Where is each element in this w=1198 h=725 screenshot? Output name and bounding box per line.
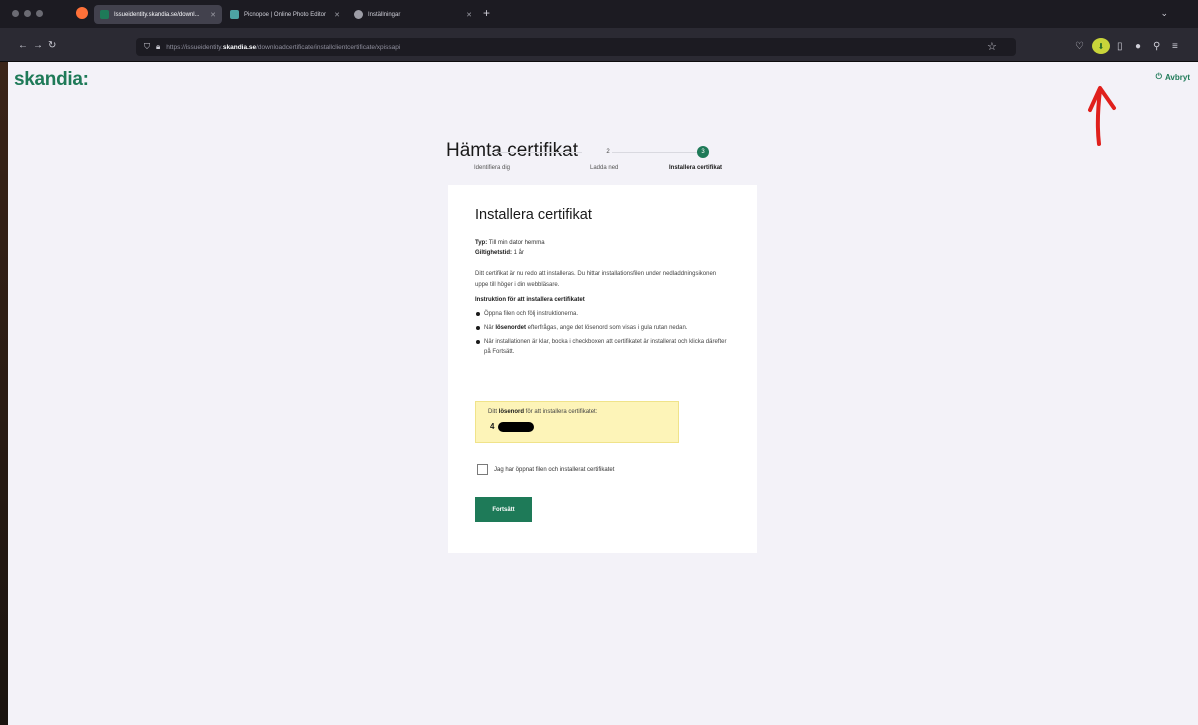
installed-checkbox-row[interactable]: Jag har öppnat filen och installerat cer… bbox=[477, 464, 614, 475]
step-connector bbox=[492, 152, 582, 153]
step-3-indicator: 3 bbox=[697, 146, 709, 158]
firefox-icon bbox=[76, 7, 88, 19]
chevron-down-icon[interactable]: ⌄ bbox=[1160, 8, 1168, 19]
sidebar-icon[interactable]: ▯ bbox=[1117, 41, 1123, 52]
desktop-edge bbox=[0, 62, 8, 725]
password-redaction bbox=[498, 422, 534, 432]
browser-tab-skandia[interactable]: Issueidentity.skandia.se/downl... ✕ bbox=[94, 5, 222, 24]
card-heading: Installera certifikat bbox=[475, 207, 592, 223]
installed-checkbox-label[interactable]: Jag har öppnat filen och installerat cer… bbox=[494, 467, 614, 473]
continue-button[interactable]: Fortsätt bbox=[475, 497, 532, 522]
instructions-title: Instruktion för att installera certifika… bbox=[475, 297, 585, 303]
page-viewport: skandia: ⏻ Avbryt Hämta certifikat 1 2 3… bbox=[8, 62, 1198, 725]
forward-arrow-icon[interactable]: → bbox=[33, 40, 43, 51]
validity-value: 1 år bbox=[513, 250, 525, 256]
install-certificate-card: Installera certifikat Typ: Till min dato… bbox=[448, 185, 757, 553]
page-title: Hämta certifikat bbox=[446, 140, 578, 161]
step-2-label: Ladda ned bbox=[590, 165, 619, 171]
tab-title: Picnopoe | Online Photo Editor bbox=[244, 11, 326, 18]
extension-icon[interactable]: ⬇ bbox=[1092, 38, 1110, 54]
cancel-link[interactable]: ⏻ Avbryt bbox=[1156, 72, 1190, 82]
tab-favicon-icon bbox=[100, 10, 109, 19]
privacy-icon[interactable]: ● bbox=[1135, 41, 1141, 52]
instructions-list: Öppna filen och följ instruktionerna. Nä… bbox=[475, 309, 730, 361]
installed-checkbox[interactable] bbox=[477, 464, 488, 475]
tab-title: Inställningar bbox=[368, 11, 401, 18]
instruction-item: När lösenordet efterfrågas, ange det lös… bbox=[475, 323, 730, 333]
type-label: Typ: bbox=[475, 240, 488, 246]
tab-favicon-icon bbox=[230, 10, 239, 19]
menu-icon[interactable]: ≡ bbox=[1172, 41, 1178, 52]
intro-text: Ditt certifikat är nu redo att installer… bbox=[475, 271, 717, 288]
password-box: Ditt lösenord för att installera certifi… bbox=[475, 401, 679, 443]
password-label: Ditt lösenord för att installera certifi… bbox=[488, 409, 598, 415]
type-value: Till min dator hemma bbox=[488, 240, 545, 246]
gear-icon bbox=[354, 10, 363, 19]
shield-icon[interactable]: ⛉ bbox=[144, 42, 150, 52]
window-controls[interactable] bbox=[12, 10, 43, 17]
step-3-label: Installera certifikat bbox=[669, 165, 723, 171]
step-2-indicator: 2 bbox=[606, 149, 610, 155]
address-bar[interactable]: ⛉ 🔒︎ https://issueidentity.skandia.se/do… bbox=[136, 38, 1016, 56]
tab-close-icon[interactable]: ✕ bbox=[334, 11, 340, 19]
new-tab-button[interactable]: + bbox=[483, 6, 490, 20]
validity-label: Giltighetstid: bbox=[475, 250, 512, 256]
cancel-label: Avbryt bbox=[1164, 72, 1190, 82]
reload-icon[interactable]: ↻ bbox=[48, 40, 56, 51]
certificate-meta: Typ: Till min dator hemma Giltighetstid:… bbox=[475, 238, 545, 258]
step-1-label: Identifiera dig bbox=[474, 165, 511, 171]
browser-tab-photo-editor[interactable]: Picnopoe | Online Photo Editor ✕ bbox=[224, 5, 346, 24]
bookmark-star-icon[interactable]: ☆ bbox=[987, 40, 997, 53]
tab-close-icon[interactable]: ✕ bbox=[466, 11, 472, 19]
pocket-icon[interactable]: ♡ bbox=[1075, 41, 1084, 52]
instruction-item: När installationen är klar, bocka i chec… bbox=[475, 337, 730, 357]
step-1-indicator: 1 bbox=[496, 149, 500, 155]
step-connector bbox=[612, 152, 702, 153]
tab-title: Issueidentity.skandia.se/downl... bbox=[114, 11, 200, 18]
extensions-icon[interactable]: ⚲ bbox=[1153, 41, 1160, 52]
skandia-logo[interactable]: skandia: bbox=[14, 69, 89, 91]
browser-tab-bar: Issueidentity.skandia.se/downl... ✕ Picn… bbox=[0, 0, 1198, 28]
red-annotation-arrow-icon bbox=[1088, 86, 1116, 146]
lock-icon[interactable]: 🔒︎ bbox=[156, 42, 160, 52]
back-arrow-icon[interactable]: ← bbox=[18, 40, 28, 51]
password-value: 4 bbox=[490, 422, 495, 431]
power-icon: ⏻ bbox=[1155, 72, 1162, 81]
instruction-item: Öppna filen och följ instruktionerna. bbox=[475, 309, 730, 319]
tab-close-icon[interactable]: ✕ bbox=[210, 11, 216, 19]
browser-tab-settings[interactable]: Inställningar ✕ bbox=[348, 5, 478, 24]
url-text: https://issueidentity.skandia.se/downloa… bbox=[166, 43, 401, 51]
